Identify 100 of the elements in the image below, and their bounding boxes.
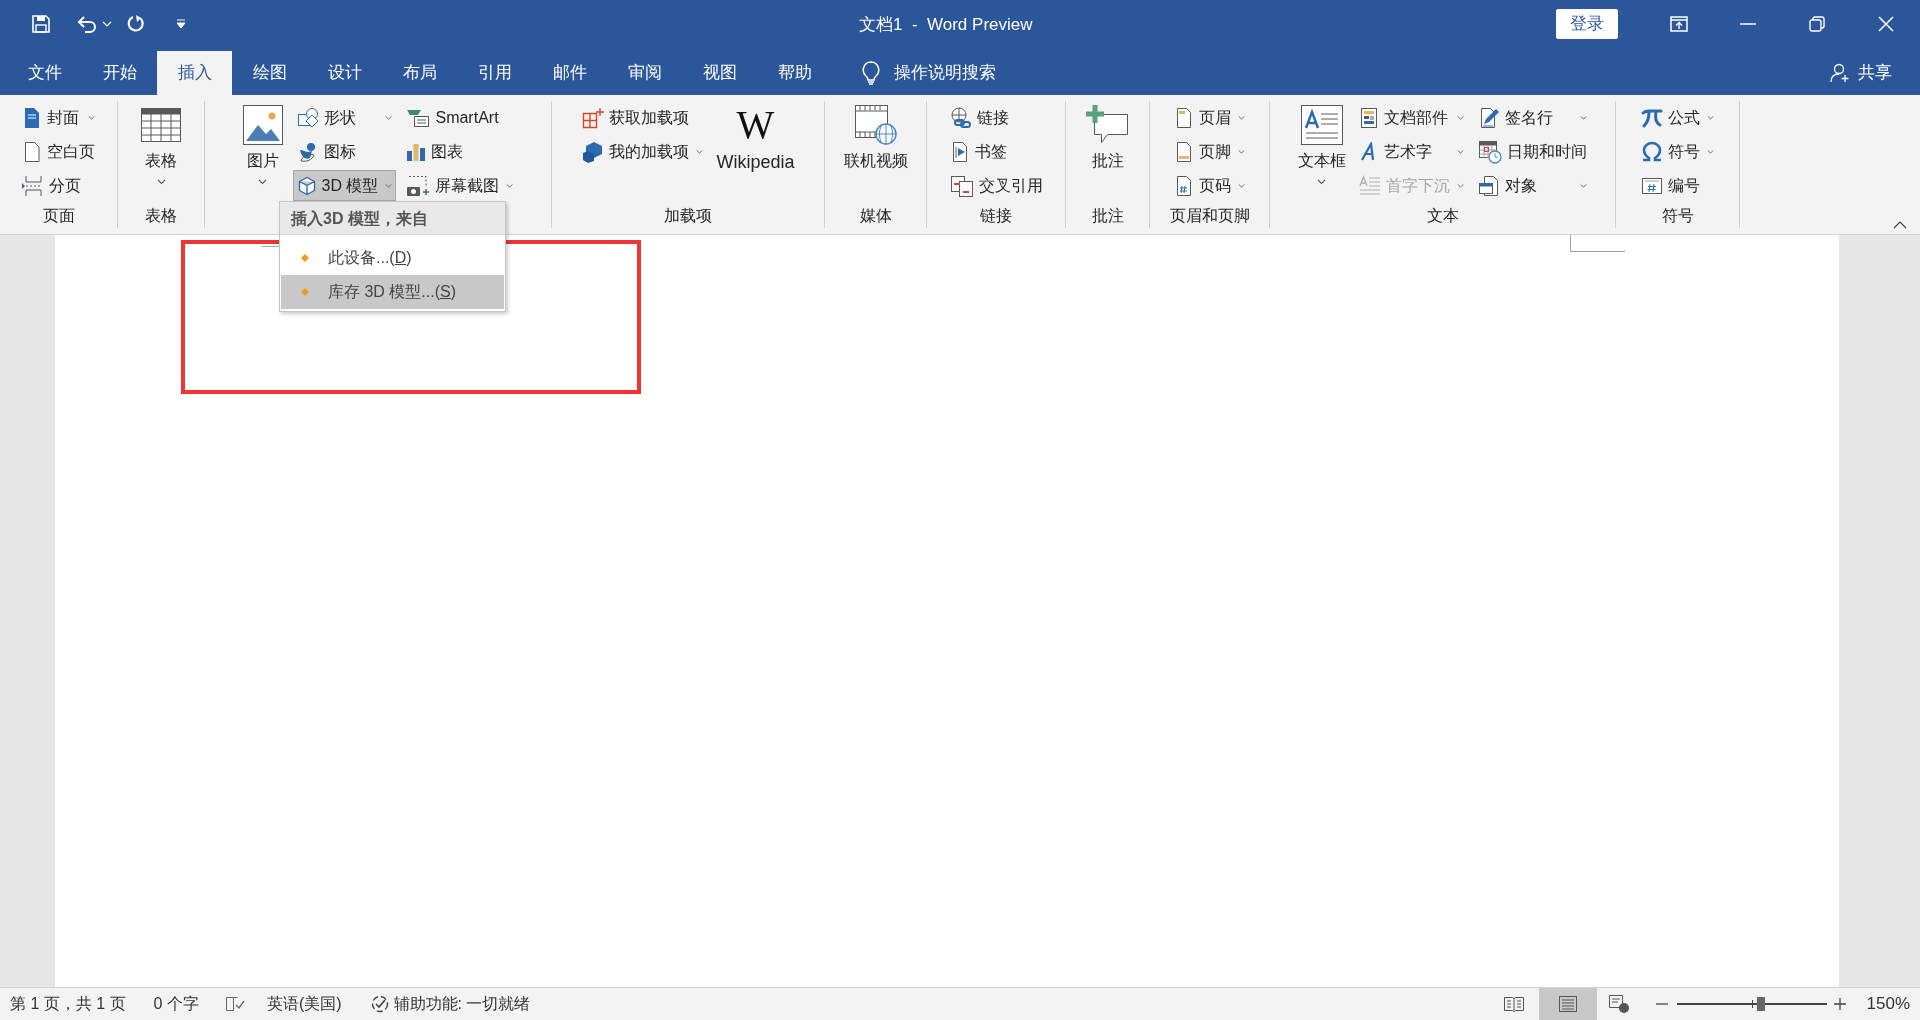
redo-button[interactable] — [126, 13, 146, 34]
ribbon-button[interactable]: 编号 — [1637, 170, 1718, 201]
ribbon-button[interactable]: 页码 — [1170, 170, 1249, 201]
ribbon-tab[interactable]: 开始 — [82, 51, 157, 95]
header-icon — [1174, 106, 1194, 129]
proofing-icon — [224, 995, 245, 1013]
ribbon-button[interactable]: SmartArt — [402, 102, 518, 133]
ribbon-button[interactable]: 对象 — [1473, 170, 1591, 201]
shapes-icon — [296, 106, 319, 129]
zoom-slider[interactable] — [1676, 997, 1827, 1011]
collapse-ribbon-button[interactable] — [1892, 220, 1908, 230]
caret-icon — [383, 114, 393, 121]
save-button[interactable] — [30, 12, 52, 35]
video-globe-icon — [853, 104, 898, 146]
ribbon-button[interactable]: 图片 — [238, 101, 287, 204]
tell-me-search[interactable]: 操作说明搜索 — [862, 51, 996, 95]
ribbon-tab[interactable]: 布局 — [382, 51, 457, 95]
caret-icon — [258, 179, 268, 185]
ribbon-button[interactable]: 文本框 — [1294, 101, 1349, 204]
ribbon-tab[interactable]: 绘图 — [232, 51, 307, 95]
cross-reference-icon — [949, 174, 974, 197]
zoom-level[interactable]: 150% — [1866, 991, 1910, 1017]
menu-item[interactable]: 库存 3D 模型...(S) — [281, 275, 504, 309]
ribbon-button[interactable]: 交叉引用 — [945, 170, 1047, 201]
ribbon-button[interactable]: 形状 — [292, 102, 397, 133]
ribbon-button[interactable]: 页眉 — [1170, 102, 1249, 133]
text-box-icon — [1299, 104, 1344, 146]
group-label: 批注 — [1090, 206, 1125, 226]
language-status[interactable]: 英语(美国) — [266, 992, 342, 1016]
ribbon-button[interactable]: 联机视频 — [840, 101, 911, 204]
caret-icon — [156, 179, 166, 185]
omega-icon — [1641, 140, 1663, 163]
ribbon-button[interactable]: 3D 模型 — [292, 170, 397, 201]
ribbon-tab[interactable]: 设计 — [307, 51, 382, 95]
ribbon-button[interactable]: 分页 — [18, 170, 99, 201]
window-icon — [1477, 174, 1500, 197]
ribbon-tab[interactable]: 视图 — [682, 51, 757, 95]
caret-icon — [1317, 179, 1326, 185]
margin-mark — [1570, 235, 1625, 252]
drop-cap-icon — [1358, 174, 1381, 197]
save-icon — [31, 13, 51, 34]
view-button[interactable] — [1538, 988, 1597, 1020]
ribbon-button[interactable]: 书签 — [945, 136, 1047, 167]
accessibility-icon — [369, 994, 390, 1014]
undo-button[interactable] — [76, 13, 112, 34]
group-label: 链接 — [979, 206, 1013, 226]
caret-icon — [102, 20, 112, 27]
window-title: 文档1 - Word Preview — [859, 14, 1033, 36]
ribbon-button[interactable]: 屏幕截图 — [402, 170, 518, 201]
caret-icon — [1236, 114, 1245, 121]
ribbon-button[interactable]: 获取加载项 — [578, 102, 708, 133]
person-add-icon — [1830, 63, 1850, 83]
ribbon-tab[interactable]: 审阅 — [607, 51, 682, 95]
word-count[interactable]: 0 个字 — [153, 992, 199, 1016]
ribbon-button[interactable]: 签名行 — [1473, 102, 1591, 133]
grid-plus-icon — [582, 106, 605, 129]
page-number-icon — [1174, 174, 1194, 197]
ribbon-button[interactable]: 表格 — [137, 101, 185, 204]
ribbon-button[interactable]: 我的加载项 — [578, 136, 708, 167]
ribbon-button[interactable]: 日期和时间 — [1473, 136, 1591, 167]
ribbon-button[interactable]: 图表 — [402, 136, 518, 167]
customize-toolbar-button[interactable] — [176, 18, 186, 29]
page-break-icon — [22, 174, 44, 197]
ribbon-tab[interactable]: 文件 — [7, 51, 82, 95]
ribbon-button[interactable]: 空白页 — [18, 136, 99, 167]
footer-icon — [1174, 140, 1194, 163]
slider-thumb[interactable] — [1756, 997, 1765, 1011]
comment-icon — [1085, 104, 1130, 146]
ribbon-button[interactable]: 批注 — [1082, 101, 1133, 204]
group-label: 页眉和页脚 — [1168, 206, 1251, 226]
table-icon — [140, 105, 182, 145]
ribbon-button[interactable]: 封面 — [18, 102, 99, 133]
ribbon-tab[interactable]: 邮件 — [532, 51, 607, 95]
ribbon-tab[interactable]: 帮助 — [757, 51, 832, 95]
calendar-clock-icon — [1477, 139, 1502, 164]
ribbon-button[interactable]: 页脚 — [1170, 136, 1249, 167]
diagram-icon — [406, 107, 431, 128]
caret-icon — [1705, 148, 1714, 155]
ribbon-button[interactable]: 符号 — [1637, 136, 1718, 167]
ribbon-button[interactable]: 文档部件 — [1354, 102, 1468, 133]
menu-header: 插入3D 模型，来自 — [280, 202, 505, 235]
restore-icon — [1808, 15, 1825, 32]
ribbon-button[interactable]: 图标 — [292, 136, 397, 167]
sign-in-button[interactable]: 登录 — [1556, 8, 1618, 39]
share-button[interactable]: 共享 — [1830, 51, 1892, 95]
ribbon-tab[interactable]: 引用 — [457, 51, 532, 95]
caret-icon — [1236, 182, 1245, 189]
page-count[interactable]: 第 1 页，共 1 页 — [10, 992, 126, 1016]
ribbon-button[interactable]: 公式 — [1637, 102, 1718, 133]
ribbon-button[interactable]: 艺术字 — [1354, 136, 1468, 167]
ribbon-tab[interactable]: 插入 — [157, 51, 232, 95]
caret-icon — [1236, 148, 1245, 155]
accessibility-status[interactable]: 辅助功能: 一切就绪 — [393, 992, 531, 1016]
image-icon — [241, 104, 284, 146]
ribbon-button[interactable]: 链接 — [945, 102, 1047, 133]
bar-chart-icon — [406, 141, 427, 162]
menu-item[interactable]: 此设备...(D) — [281, 241, 504, 275]
group-label: 表格 — [144, 206, 178, 226]
zoom-in-button[interactable] — [1832, 997, 1847, 1011]
ribbon-button[interactable]: W Wikipedia — [713, 101, 798, 204]
